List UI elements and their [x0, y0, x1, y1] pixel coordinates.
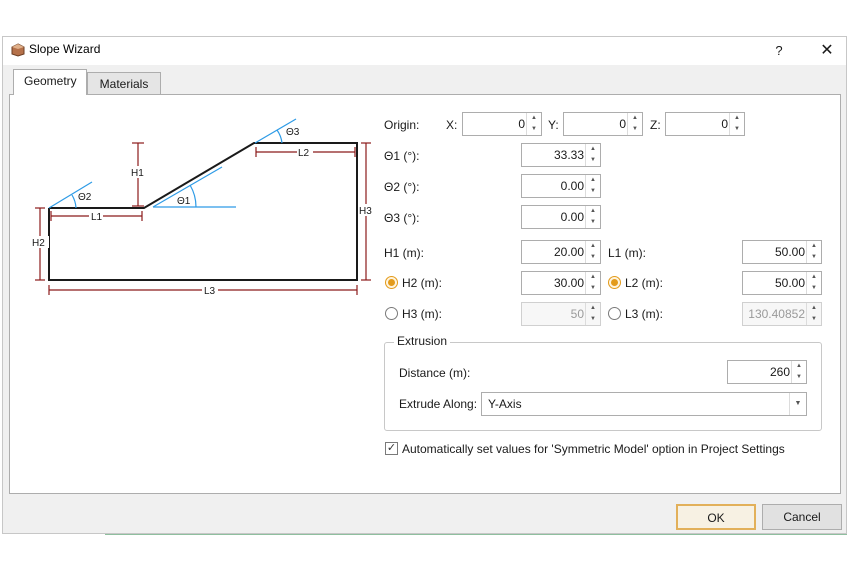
extrude-along-select[interactable]: Y-Axis ▼	[481, 392, 807, 416]
spin-down-icon[interactable]: ▼	[586, 283, 600, 294]
distance-label: Distance (m):	[399, 366, 471, 380]
h2-label: H2 (m):	[402, 276, 442, 290]
h1-label: H1 (m):	[384, 246, 424, 260]
spin-down-icon[interactable]: ▼	[807, 252, 821, 263]
spin-up-icon[interactable]: ▲	[807, 272, 821, 283]
window-title: Slope Wizard	[29, 42, 101, 56]
close-button[interactable]: ✕	[809, 37, 845, 65]
h3-label: H3 (m):	[402, 307, 442, 321]
spin-down-icon[interactable]: ▼	[807, 283, 821, 294]
spin-up-icon[interactable]: ▲	[586, 272, 600, 283]
slope-diagram: L2 Θ3 H1 Θ2 Θ1 L1 H3 H2 L3	[31, 118, 376, 297]
h2-radio[interactable]	[385, 276, 398, 289]
spin-down-icon[interactable]: ▼	[792, 372, 806, 383]
extrusion-title: Extrusion	[394, 334, 451, 348]
label-h3: H3	[359, 206, 372, 217]
spin-up-icon: ▲	[811, 305, 817, 311]
app-icon	[11, 43, 25, 57]
spin-up-icon: ▲	[590, 305, 596, 311]
symmetric-label: Automatically set values for 'Symmetric …	[402, 442, 785, 456]
origin-y-field[interactable]: 0 ▲ ▼	[563, 112, 643, 136]
ok-button[interactable]: OK	[676, 504, 756, 530]
help-button[interactable]: ?	[761, 37, 797, 65]
h2-field[interactable]: 30.00 ▲ ▼	[521, 271, 601, 295]
spin-up-icon[interactable]: ▲	[586, 241, 600, 252]
l3-field: 130.40852 ▲ ▼	[742, 302, 822, 326]
label-theta1: Θ1	[177, 196, 191, 207]
l3-label: L3 (m):	[625, 307, 664, 321]
l2-radio[interactable]	[608, 276, 621, 289]
label-l2: L2	[298, 148, 310, 159]
spin-up-icon[interactable]: ▲	[730, 113, 744, 124]
origin-z-label: Z:	[650, 118, 661, 132]
spin-up-icon[interactable]: ▲	[586, 206, 600, 217]
l1-field[interactable]: 50.00 ▲ ▼	[742, 240, 822, 264]
theta1-label: Θ1 (°):	[384, 149, 420, 163]
origin-x-field[interactable]: 0 ▲ ▼	[462, 112, 542, 136]
tab-geometry[interactable]: Geometry	[13, 69, 87, 95]
extrude-along-label: Extrude Along:	[399, 397, 478, 411]
label-l1: L1	[91, 212, 103, 223]
origin-y-label: Y:	[548, 118, 559, 132]
spin-down-icon[interactable]: ▼	[586, 217, 600, 228]
spin-down-icon[interactable]: ▼	[730, 124, 744, 135]
l3-radio[interactable]	[608, 307, 621, 320]
h3-radio[interactable]	[385, 307, 398, 320]
theta2-label: Θ2 (°):	[384, 180, 420, 194]
theta3-label: Θ3 (°):	[384, 211, 420, 225]
l1-label: L1 (m):	[608, 246, 647, 260]
spin-down-icon[interactable]: ▼	[586, 186, 600, 197]
distance-field[interactable]: 260 ▲ ▼	[727, 360, 807, 384]
label-h1: H1	[131, 168, 144, 179]
spin-up-icon[interactable]: ▲	[586, 175, 600, 186]
theta1-field[interactable]: 33.33 ▲ ▼	[521, 143, 601, 167]
spin-down-icon: ▼	[590, 316, 596, 322]
label-theta2: Θ2	[78, 192, 92, 203]
background-edge	[105, 534, 847, 535]
l2-field[interactable]: 50.00 ▲ ▼	[742, 271, 822, 295]
dimension-lines	[35, 142, 371, 295]
h3-field: 50 ▲ ▼	[521, 302, 601, 326]
theta2-field[interactable]: 0.00 ▲ ▼	[521, 174, 601, 198]
spin-up-icon[interactable]: ▲	[807, 241, 821, 252]
label-theta3: Θ3	[286, 127, 300, 138]
l2-label: L2 (m):	[625, 276, 664, 290]
tab-materials[interactable]: Materials	[87, 72, 161, 95]
spin-up-icon[interactable]: ▲	[586, 144, 600, 155]
origin-x-label: X:	[446, 118, 458, 132]
title-bar: Slope Wizard ? ✕	[3, 37, 846, 65]
spin-down-icon: ▼	[811, 316, 817, 322]
theta3-field[interactable]: 0.00 ▲ ▼	[521, 205, 601, 229]
spin-up-icon[interactable]: ▲	[527, 113, 541, 124]
origin-z-field[interactable]: 0 ▲ ▼	[665, 112, 745, 136]
label-l3: L3	[204, 286, 216, 297]
spin-down-icon[interactable]: ▼	[586, 252, 600, 263]
symmetric-checkbox[interactable]: ✓	[385, 442, 398, 455]
spin-down-icon[interactable]: ▼	[586, 155, 600, 166]
chevron-down-icon[interactable]: ▼	[789, 393, 806, 415]
label-h2: H2	[32, 238, 45, 249]
spin-down-icon[interactable]: ▼	[527, 124, 541, 135]
spin-up-icon[interactable]: ▲	[628, 113, 642, 124]
spin-up-icon[interactable]: ▲	[792, 361, 806, 372]
spin-down-icon[interactable]: ▼	[628, 124, 642, 135]
extrusion-group	[384, 342, 822, 431]
cancel-button[interactable]: Cancel	[762, 504, 842, 530]
origin-label: Origin:	[384, 118, 420, 132]
h1-field[interactable]: 20.00 ▲ ▼	[521, 240, 601, 264]
